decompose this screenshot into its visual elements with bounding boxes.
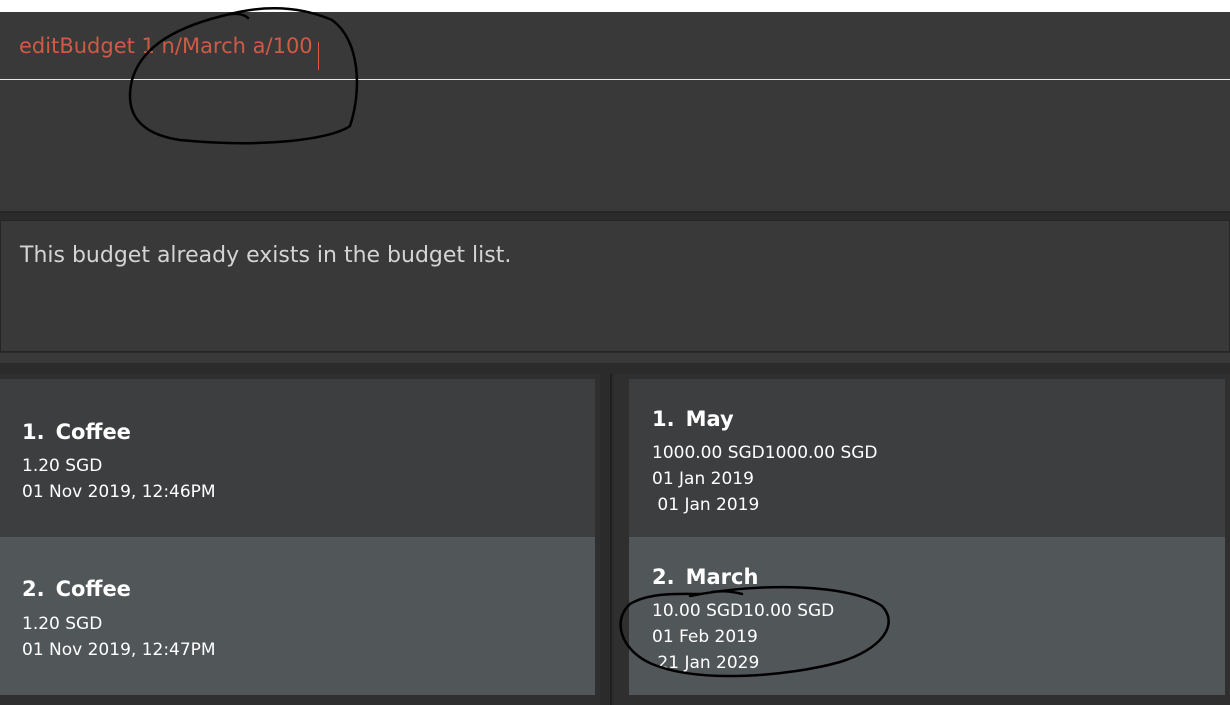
section-divider xyxy=(0,352,1230,364)
budget-amount: 1000.00 SGD1000.00 SGD xyxy=(652,443,878,463)
command-box xyxy=(0,12,1230,82)
expense-title: 2. Coffee xyxy=(22,577,131,601)
expense-amount: 1.20 SGD xyxy=(22,456,103,476)
expense-list-panel[interactable]: 1. Coffee 1.20 SGD 01 Nov 2019, 12:46PM 2… xyxy=(0,374,600,705)
budget-end-date: 21 Jan 2029 xyxy=(652,653,760,673)
expense-datetime: 01 Nov 2019, 12:47PM xyxy=(22,640,216,660)
expense-amount: 1.20 SGD xyxy=(22,614,103,634)
app-window: This budget already exists in the budget… xyxy=(0,12,1230,705)
budget-card[interactable]: 1. May 1000.00 SGD1000.00 SGD 01 Jan 2019… xyxy=(629,379,1225,537)
expense-name: Coffee xyxy=(55,420,131,444)
expense-card[interactable]: 1. Coffee 1.20 SGD 01 Nov 2019, 12:46PM xyxy=(0,379,595,537)
budget-index: 2. xyxy=(652,565,675,589)
budget-name: March xyxy=(685,565,759,589)
budget-start-date: 01 Feb 2019 xyxy=(652,627,758,647)
budget-start-date: 01 Jan 2019 xyxy=(652,469,754,489)
result-message: This budget already exists in the budget… xyxy=(20,243,512,268)
expense-datetime: 01 Nov 2019, 12:46PM xyxy=(22,482,216,502)
budget-end-date: 01 Jan 2019 xyxy=(652,495,760,515)
budget-title: 2. March xyxy=(652,565,758,589)
command-input[interactable] xyxy=(0,12,1230,80)
budget-index: 1. xyxy=(652,407,675,431)
expense-title: 1. Coffee xyxy=(22,420,131,444)
expense-name: Coffee xyxy=(55,577,131,601)
command-box-area xyxy=(0,82,1230,213)
panel-splitter[interactable] xyxy=(606,374,614,705)
budget-name: May xyxy=(685,407,734,431)
budget-list-panel[interactable]: 1. May 1000.00 SGD1000.00 SGD 01 Jan 2019… xyxy=(614,374,1230,705)
expense-index: 1. xyxy=(22,420,45,444)
text-caret xyxy=(318,42,319,70)
expense-card[interactable]: 2. Coffee 1.20 SGD 01 Nov 2019, 12:47PM xyxy=(0,537,595,695)
budget-title: 1. May xyxy=(652,407,734,431)
budget-card[interactable]: 2. March 10.00 SGD10.00 SGD 01 Feb 2019 2… xyxy=(629,537,1225,695)
expense-index: 2. xyxy=(22,577,45,601)
budget-amount: 10.00 SGD10.00 SGD xyxy=(652,601,835,621)
result-display: This budget already exists in the budget… xyxy=(0,220,1230,352)
